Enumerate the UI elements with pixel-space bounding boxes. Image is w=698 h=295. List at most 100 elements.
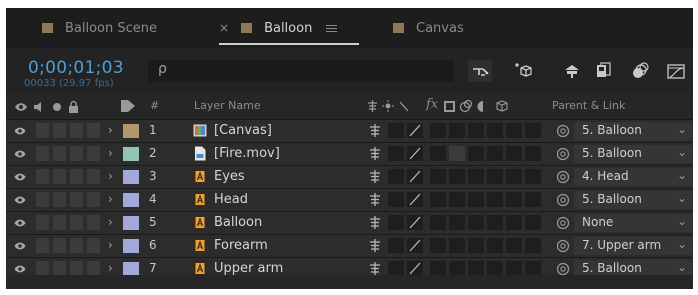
- layer-switch-slot[interactable]: [87, 146, 100, 161]
- layer-switch-slot[interactable]: [468, 215, 484, 230]
- visibility-eye-icon[interactable]: [14, 171, 26, 183]
- label-color-swatch[interactable]: [123, 170, 139, 184]
- layer-name[interactable]: [Canvas]: [214, 123, 272, 138]
- layer-name[interactable]: Head: [214, 192, 248, 207]
- layer-switch-slot[interactable]: [87, 238, 100, 253]
- layer-switch-slot[interactable]: [487, 215, 503, 230]
- layer-switch-slot[interactable]: [87, 192, 100, 207]
- layer-switch-slot[interactable]: [487, 238, 503, 253]
- layer-switch-slot[interactable]: [525, 123, 541, 138]
- layer-switch-slot[interactable]: [70, 169, 83, 184]
- shy-switch-icon[interactable]: [368, 238, 382, 253]
- expand-chevron-icon[interactable]: ›: [108, 261, 113, 275]
- quality-switch-icon[interactable]: [407, 215, 423, 230]
- layer-switch-slot[interactable]: [36, 238, 49, 253]
- layer-switch-slot[interactable]: [525, 169, 541, 184]
- layer-switch-slot[interactable]: [53, 238, 66, 253]
- layer-switch-slot[interactable]: [449, 238, 465, 253]
- layer-switch-slot[interactable]: [525, 192, 541, 207]
- layer-switch-slot[interactable]: [388, 215, 404, 230]
- layer-switch-slot[interactable]: [449, 146, 465, 161]
- layer-switch-slot[interactable]: [430, 146, 446, 161]
- layer-switch-slot[interactable]: [36, 169, 49, 184]
- layer-switch-slot[interactable]: [506, 169, 522, 184]
- pick-whip-icon[interactable]: [556, 262, 570, 276]
- graph-editor-icon[interactable]: [664, 60, 688, 82]
- layer-switch-slot[interactable]: [53, 169, 66, 184]
- layer-switch-slot[interactable]: [53, 192, 66, 207]
- label-tag-icon[interactable]: [120, 99, 136, 113]
- layer-switch-slot[interactable]: [506, 215, 522, 230]
- layer-switch-slot[interactable]: [87, 261, 100, 276]
- layer-switch-slot[interactable]: [53, 123, 66, 138]
- label-color-swatch[interactable]: [123, 216, 139, 230]
- layer-switch-slot[interactable]: [36, 192, 49, 207]
- shy-switch-icon[interactable]: [368, 261, 382, 276]
- quality-switch-icon[interactable]: [407, 192, 423, 207]
- layer-switch-slot[interactable]: [53, 146, 66, 161]
- layer-switch-slot[interactable]: [70, 215, 83, 230]
- layer-row[interactable]: › 3 Eyes 4. Head ⌄: [6, 166, 693, 189]
- panel-menu-icon[interactable]: [326, 23, 338, 34]
- shy-switch-icon[interactable]: [368, 123, 382, 138]
- layer-row[interactable]: › 2 [Fire.mov] 5. Balloon ⌄: [6, 143, 693, 166]
- layer-switch-slot[interactable]: [70, 123, 83, 138]
- parent-dropdown[interactable]: 5. Balloon ⌄: [574, 191, 692, 209]
- layer-switch-slot[interactable]: [506, 146, 522, 161]
- layer-switch-slot[interactable]: [388, 146, 404, 161]
- layer-switch-slot[interactable]: [87, 215, 100, 230]
- expand-chevron-icon[interactable]: ›: [108, 192, 113, 206]
- layer-name-column-header[interactable]: Layer Name: [194, 99, 261, 112]
- layer-switch-slot[interactable]: [388, 169, 404, 184]
- layer-switch-slot[interactable]: [70, 192, 83, 207]
- layer-switch-slot[interactable]: [388, 192, 404, 207]
- layer-switch-slot[interactable]: [487, 261, 503, 276]
- layer-switch-slot[interactable]: [388, 238, 404, 253]
- layer-name[interactable]: Balloon: [214, 215, 262, 230]
- quality-switch-icon[interactable]: [407, 123, 423, 138]
- label-color-swatch[interactable]: [123, 239, 139, 253]
- quality-switch-icon[interactable]: [407, 261, 423, 276]
- layer-row[interactable]: › 1 [Canvas] 5. Balloon ⌄: [6, 120, 693, 143]
- layer-switch-slot[interactable]: [487, 169, 503, 184]
- layer-switch-slot[interactable]: [506, 238, 522, 253]
- layer-name[interactable]: Upper arm: [214, 261, 283, 276]
- pick-whip-icon[interactable]: [556, 216, 570, 230]
- layer-switch-slot[interactable]: [487, 192, 503, 207]
- layer-switch-slot[interactable]: [53, 261, 66, 276]
- shy-switch-icon[interactable]: [368, 215, 382, 230]
- visibility-eye-icon[interactable]: [14, 217, 26, 229]
- layer-switch-slot[interactable]: [36, 261, 49, 276]
- quality-switch-icon[interactable]: [407, 146, 423, 161]
- draft-3d-icon[interactable]: [512, 60, 536, 82]
- parent-dropdown[interactable]: 4. Head ⌄: [574, 168, 692, 186]
- composition-flowchart-icon[interactable]: [468, 60, 492, 82]
- label-color-swatch[interactable]: [123, 262, 139, 276]
- layer-switch-slot[interactable]: [36, 146, 49, 161]
- parent-dropdown[interactable]: None ⌄: [574, 214, 692, 232]
- expand-chevron-icon[interactable]: ›: [108, 146, 113, 160]
- quality-switch-icon[interactable]: [407, 169, 423, 184]
- visibility-eye-icon[interactable]: [14, 125, 26, 137]
- layer-switch-slot[interactable]: [449, 123, 465, 138]
- pick-whip-icon[interactable]: [556, 193, 570, 207]
- expand-chevron-icon[interactable]: ›: [108, 238, 113, 252]
- layer-switch-slot[interactable]: [487, 146, 503, 161]
- visibility-eye-icon[interactable]: [14, 240, 26, 252]
- shy-switch-icon[interactable]: [368, 192, 382, 207]
- close-icon[interactable]: ×: [219, 21, 229, 35]
- layer-row[interactable]: › 5 Balloon None ⌄: [6, 212, 693, 235]
- layer-switch-slot[interactable]: [449, 261, 465, 276]
- expand-chevron-icon[interactable]: ›: [108, 215, 113, 229]
- layer-switch-slot[interactable]: [449, 215, 465, 230]
- layer-switch-slot[interactable]: [70, 238, 83, 253]
- parent-dropdown[interactable]: 5. Balloon ⌄: [574, 122, 692, 140]
- parent-dropdown[interactable]: 5. Balloon ⌄: [574, 145, 692, 163]
- layer-name[interactable]: Eyes: [214, 169, 245, 184]
- label-color-swatch[interactable]: [123, 147, 139, 161]
- layer-switch-slot[interactable]: [70, 261, 83, 276]
- motion-blur-icon[interactable]: [629, 60, 653, 82]
- pick-whip-icon[interactable]: [556, 147, 570, 161]
- layer-row[interactable]: › 6 Forearm 7. Upper arm ⌄: [6, 235, 693, 258]
- tab-canvas[interactable]: Canvas: [393, 8, 464, 48]
